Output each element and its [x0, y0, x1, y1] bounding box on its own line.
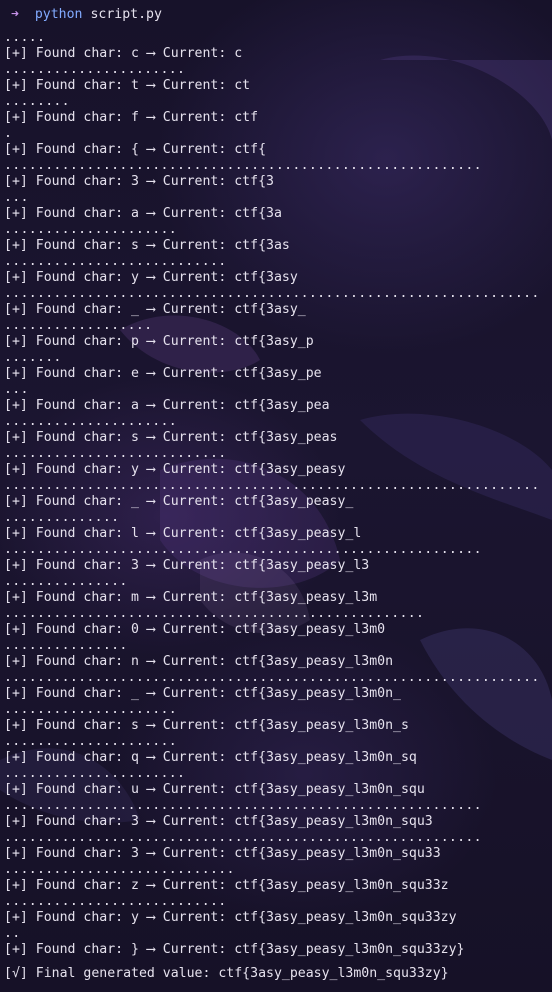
- progress-dots: ........................................…: [4, 606, 425, 621]
- progress-dots: ...........................: [4, 446, 227, 461]
- found-char-line: [+] Found char: l ⟶ Current: ctf{3asy_pe…: [4, 526, 362, 541]
- progress-dots: ...........................: [4, 254, 227, 269]
- found-char-line: [+] Found char: c ⟶ Current: c: [4, 46, 243, 61]
- found-char-line: [+] Found char: 3 ⟶ Current: ctf{3asy_pe…: [4, 558, 370, 573]
- command-name: python: [34, 7, 83, 22]
- progress-dots: .....................: [4, 414, 178, 429]
- progress-dots: ............................: [4, 862, 235, 877]
- progress-dots: ........................................…: [4, 478, 540, 493]
- found-char-line: [+] Found char: 3 ⟶ Current: ctf{3asy_pe…: [4, 846, 441, 861]
- command-argument: script.py: [90, 7, 162, 22]
- progress-dots: .......: [4, 350, 62, 365]
- prompt-arrow-icon: ➜: [11, 7, 19, 22]
- found-char-line: [+] Found char: m ⟶ Current: ctf{3asy_pe…: [4, 590, 378, 605]
- found-char-line: [+] Found char: 0 ⟶ Current: ctf{3asy_pe…: [4, 622, 386, 637]
- progress-dots: ..................: [4, 318, 153, 333]
- found-char-line: [+] Found char: f ⟶ Current: ctf: [4, 110, 259, 125]
- progress-dots: ........................................…: [4, 286, 540, 301]
- progress-dots: ........................................…: [4, 798, 482, 813]
- found-char-line: [+] Found char: _ ⟶ Current: ctf{3asy_: [4, 302, 306, 317]
- progress-dots: ...............: [4, 574, 128, 589]
- prompt-line: ➜ python script.py: [4, 0, 552, 30]
- found-char-line: [+] Found char: u ⟶ Current: ctf{3asy_pe…: [4, 782, 425, 797]
- progress-dots: ...: [4, 190, 29, 205]
- progress-dots: ..: [4, 926, 21, 941]
- progress-dots: ......................: [4, 62, 186, 77]
- found-char-line: [+] Found char: y ⟶ Current: ctf{3asy_pe…: [4, 462, 346, 477]
- progress-dots: ......................: [4, 766, 186, 781]
- progress-dots: .....................: [4, 222, 178, 237]
- progress-dots: .....: [4, 30, 46, 45]
- final-value-line: [√] Final generated value: ctf{3asy_peas…: [4, 966, 449, 981]
- found-char-line: [+] Found char: s ⟶ Current: ctf{3asy_pe…: [4, 430, 338, 445]
- found-char-line: [+] Found char: a ⟶ Current: ctf{3asy_pe…: [4, 398, 330, 413]
- terminal-output: ➜ python script.py ..... [+] Found char: …: [4, 0, 552, 982]
- progress-dots: .....................: [4, 702, 178, 717]
- progress-dots: .: [4, 126, 13, 141]
- found-char-line: [+] Found char: _ ⟶ Current: ctf{3asy_pe…: [4, 686, 401, 701]
- found-char-line: [+] Found char: e ⟶ Current: ctf{3asy_pe: [4, 366, 322, 381]
- found-char-line: [+] Found char: t ⟶ Current: ct: [4, 78, 251, 93]
- progress-dots: ...............: [4, 638, 128, 653]
- found-char-line: [+] Found char: } ⟶ Current: ctf{3asy_pe…: [4, 942, 465, 957]
- progress-dots: ........................................…: [4, 670, 540, 685]
- found-char-line: [+] Found char: y ⟶ Current: ctf{3asy: [4, 270, 298, 285]
- progress-dots: ..............: [4, 510, 120, 525]
- progress-dots: ...: [4, 382, 29, 397]
- progress-dots: ........: [4, 94, 70, 109]
- found-char-line: [+] Found char: 3 ⟶ Current: ctf{3asy_pe…: [4, 814, 433, 829]
- progress-dots: ...........................: [4, 894, 227, 909]
- found-char-line: [+] Found char: p ⟶ Current: ctf{3asy_p: [4, 334, 314, 349]
- found-char-line: [+] Found char: z ⟶ Current: ctf{3asy_pe…: [4, 878, 449, 893]
- found-char-line: [+] Found char: y ⟶ Current: ctf{3asy_pe…: [4, 910, 457, 925]
- found-char-line: [+] Found char: _ ⟶ Current: ctf{3asy_pe…: [4, 494, 354, 509]
- found-char-line: [+] Found char: 3 ⟶ Current: ctf{3: [4, 174, 274, 189]
- found-char-line: [+] Found char: s ⟶ Current: ctf{3as: [4, 238, 290, 253]
- output-lines: ..... [+] Found char: c ⟶ Current: c.....…: [4, 30, 552, 958]
- progress-dots: .....................: [4, 734, 178, 749]
- terminal-window[interactable]: ➜ python script.py ..... [+] Found char: …: [0, 0, 552, 992]
- progress-dots: ........................................…: [4, 830, 482, 845]
- progress-dots: ........................................…: [4, 158, 482, 173]
- found-char-line: [+] Found char: n ⟶ Current: ctf{3asy_pe…: [4, 654, 394, 669]
- progress-dots: ........................................…: [4, 542, 482, 557]
- found-char-line: [+] Found char: s ⟶ Current: ctf{3asy_pe…: [4, 718, 409, 733]
- found-char-line: [+] Found char: q ⟶ Current: ctf{3asy_pe…: [4, 750, 417, 765]
- found-char-line: [+] Found char: a ⟶ Current: ctf{3a: [4, 206, 282, 221]
- found-char-line: [+] Found char: { ⟶ Current: ctf{: [4, 142, 267, 157]
